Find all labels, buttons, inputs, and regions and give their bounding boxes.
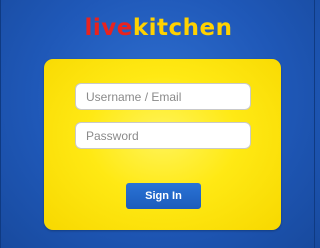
sign-in-button[interactable]: Sign In — [126, 183, 201, 209]
username-email-input[interactable] — [75, 83, 251, 110]
password-input[interactable] — [75, 122, 251, 149]
app-logo: livekitchen — [1, 14, 316, 42]
logo-text-kitchen: kitchen — [132, 15, 233, 41]
page-frame: livekitchen Sign In — [0, 0, 315, 248]
login-card: Sign In — [44, 59, 281, 230]
logo-text-live: live — [84, 15, 133, 41]
